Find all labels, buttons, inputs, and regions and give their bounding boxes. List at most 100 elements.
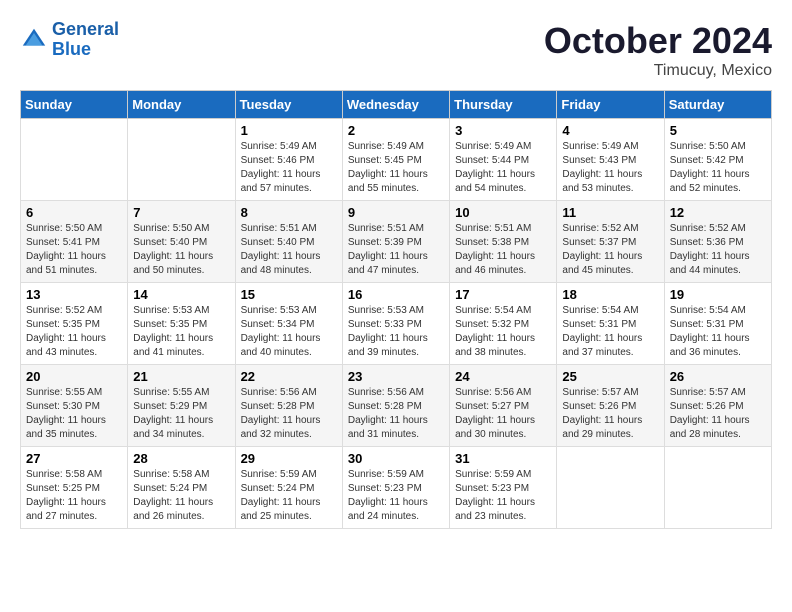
day-number: 26: [670, 369, 766, 384]
calendar-cell: [664, 447, 771, 529]
calendar-week-2: 6 Sunrise: 5:50 AMSunset: 5:41 PMDaylight…: [21, 201, 772, 283]
day-info: Sunrise: 5:54 AMSunset: 5:31 PMDaylight:…: [670, 304, 766, 360]
day-info: Sunrise: 5:53 AMSunset: 5:35 PMDaylight:…: [133, 304, 229, 360]
day-number: 6: [26, 205, 122, 220]
calendar-cell: [128, 119, 235, 201]
day-number: 18: [562, 287, 658, 302]
day-info: Sunrise: 5:59 AMSunset: 5:23 PMDaylight:…: [455, 468, 551, 524]
calendar-cell: 20Sunrise: 5:55 AMSunset: 5:30 PMDayligh…: [21, 365, 128, 447]
day-info: Sunrise: 5:53 AMSunset: 5:33 PMDaylight:…: [348, 304, 444, 360]
day-number: 8: [241, 205, 337, 220]
day-info: Sunrise: 5:49 AMSunset: 5:44 PMDaylight:…: [455, 140, 551, 196]
day-info: Sunrise: 5:54 AMSunset: 5:32 PMDaylight:…: [455, 304, 551, 360]
calendar-cell: 29 Sunrise: 5:59 AMSunset: 5:24 PMDayligh…: [235, 447, 342, 529]
day-info: Sunrise: 5:49 AMSunset: 5:45 PMDaylight:…: [348, 140, 444, 196]
col-wednesday: Wednesday: [342, 91, 449, 119]
day-info: Sunrise: 5:50 AMSunset: 5:40 PMDaylight:…: [133, 222, 229, 278]
day-number: 4: [562, 123, 658, 138]
day-info: Sunrise: 5:49 AMSunset: 5:43 PMDaylight:…: [562, 140, 658, 196]
calendar-cell: 24 Sunrise: 5:56 AMSunset: 5:27 PMDayligh…: [450, 365, 557, 447]
day-number: 31: [455, 451, 551, 466]
day-info: Sunrise: 5:51 AMSunset: 5:40 PMDaylight:…: [241, 222, 337, 278]
calendar-cell: 23 Sunrise: 5:56 AMSunset: 5:28 PMDayligh…: [342, 365, 449, 447]
day-number: 14: [133, 287, 229, 302]
col-friday: Friday: [557, 91, 664, 119]
day-number: 12: [670, 205, 766, 220]
day-info: Sunrise: 5:52 AMSunset: 5:36 PMDaylight:…: [670, 222, 766, 278]
day-info: Sunrise: 5:56 AMSunset: 5:28 PMDaylight:…: [348, 386, 444, 442]
day-number: 9: [348, 205, 444, 220]
calendar-cell: 9Sunrise: 5:51 AMSunset: 5:39 PMDaylight…: [342, 201, 449, 283]
calendar-week-3: 13 Sunrise: 5:52 AMSunset: 5:35 PMDayligh…: [21, 283, 772, 365]
location: Timucuy, Mexico: [544, 62, 772, 80]
calendar-cell: 25 Sunrise: 5:57 AMSunset: 5:26 PMDayligh…: [557, 365, 664, 447]
calendar-cell: 22Sunrise: 5:56 AMSunset: 5:28 PMDayligh…: [235, 365, 342, 447]
day-number: 20: [26, 369, 122, 384]
calendar-cell: 19Sunrise: 5:54 AMSunset: 5:31 PMDayligh…: [664, 283, 771, 365]
day-info: Sunrise: 5:49 AMSunset: 5:46 PMDaylight:…: [241, 140, 337, 196]
calendar-cell: 7 Sunrise: 5:50 AMSunset: 5:40 PMDaylight…: [128, 201, 235, 283]
day-number: 3: [455, 123, 551, 138]
day-number: 15: [241, 287, 337, 302]
day-info: Sunrise: 5:53 AMSunset: 5:34 PMDaylight:…: [241, 304, 337, 360]
col-thursday: Thursday: [450, 91, 557, 119]
calendar-week-4: 20Sunrise: 5:55 AMSunset: 5:30 PMDayligh…: [21, 365, 772, 447]
day-number: 29: [241, 451, 337, 466]
day-number: 2: [348, 123, 444, 138]
logo-icon: [20, 26, 48, 54]
calendar-cell: 30 Sunrise: 5:59 AMSunset: 5:23 PMDayligh…: [342, 447, 449, 529]
calendar-week-1: 1 Sunrise: 5:49 AMSunset: 5:46 PMDaylight…: [21, 119, 772, 201]
day-number: 13: [26, 287, 122, 302]
day-info: Sunrise: 5:52 AMSunset: 5:35 PMDaylight:…: [26, 304, 122, 360]
day-info: Sunrise: 5:56 AMSunset: 5:27 PMDaylight:…: [455, 386, 551, 442]
day-info: Sunrise: 5:59 AMSunset: 5:24 PMDaylight:…: [241, 468, 337, 524]
day-info: Sunrise: 5:59 AMSunset: 5:23 PMDaylight:…: [348, 468, 444, 524]
day-number: 1: [241, 123, 337, 138]
calendar-cell: 21 Sunrise: 5:55 AMSunset: 5:29 PMDayligh…: [128, 365, 235, 447]
calendar-cell: 6 Sunrise: 5:50 AMSunset: 5:41 PMDaylight…: [21, 201, 128, 283]
logo-general: General: [52, 19, 119, 39]
title-block: October 2024 Timucuy, Mexico: [544, 20, 772, 80]
day-number: 30: [348, 451, 444, 466]
calendar-cell: 11 Sunrise: 5:52 AMSunset: 5:37 PMDayligh…: [557, 201, 664, 283]
day-number: 22: [241, 369, 337, 384]
col-tuesday: Tuesday: [235, 91, 342, 119]
day-number: 11: [562, 205, 658, 220]
day-info: Sunrise: 5:54 AMSunset: 5:31 PMDaylight:…: [562, 304, 658, 360]
header-row: Sunday Monday Tuesday Wednesday Thursday…: [21, 91, 772, 119]
day-number: 24: [455, 369, 551, 384]
day-number: 21: [133, 369, 229, 384]
day-number: 25: [562, 369, 658, 384]
calendar-cell: [21, 119, 128, 201]
calendar-cell: 27 Sunrise: 5:58 AMSunset: 5:25 PMDayligh…: [21, 447, 128, 529]
day-number: 5: [670, 123, 766, 138]
col-monday: Monday: [128, 91, 235, 119]
calendar-cell: 14 Sunrise: 5:53 AMSunset: 5:35 PMDayligh…: [128, 283, 235, 365]
calendar-cell: 8 Sunrise: 5:51 AMSunset: 5:40 PMDaylight…: [235, 201, 342, 283]
day-info: Sunrise: 5:57 AMSunset: 5:26 PMDaylight:…: [562, 386, 658, 442]
day-number: 23: [348, 369, 444, 384]
day-number: 7: [133, 205, 229, 220]
calendar-cell: 1 Sunrise: 5:49 AMSunset: 5:46 PMDaylight…: [235, 119, 342, 201]
calendar-cell: 3 Sunrise: 5:49 AMSunset: 5:44 PMDaylight…: [450, 119, 557, 201]
calendar-cell: 17Sunrise: 5:54 AMSunset: 5:32 PMDayligh…: [450, 283, 557, 365]
day-number: 16: [348, 287, 444, 302]
day-number: 10: [455, 205, 551, 220]
day-info: Sunrise: 5:52 AMSunset: 5:37 PMDaylight:…: [562, 222, 658, 278]
calendar-cell: 4 Sunrise: 5:49 AMSunset: 5:43 PMDaylight…: [557, 119, 664, 201]
day-info: Sunrise: 5:58 AMSunset: 5:25 PMDaylight:…: [26, 468, 122, 524]
day-info: Sunrise: 5:50 AMSunset: 5:41 PMDaylight:…: [26, 222, 122, 278]
logo-blue: Blue: [52, 39, 91, 59]
calendar-cell: 13 Sunrise: 5:52 AMSunset: 5:35 PMDayligh…: [21, 283, 128, 365]
calendar-cell: 16 Sunrise: 5:53 AMSunset: 5:33 PMDayligh…: [342, 283, 449, 365]
calendar-cell: 2 Sunrise: 5:49 AMSunset: 5:45 PMDaylight…: [342, 119, 449, 201]
day-info: Sunrise: 5:55 AMSunset: 5:29 PMDaylight:…: [133, 386, 229, 442]
page-header: General Blue October 2024 Timucuy, Mexic…: [20, 20, 772, 80]
day-info: Sunrise: 5:50 AMSunset: 5:42 PMDaylight:…: [670, 140, 766, 196]
logo: General Blue: [20, 20, 119, 60]
calendar-cell: 18 Sunrise: 5:54 AMSunset: 5:31 PMDayligh…: [557, 283, 664, 365]
calendar-cell: 28Sunrise: 5:58 AMSunset: 5:24 PMDayligh…: [128, 447, 235, 529]
day-number: 27: [26, 451, 122, 466]
calendar-table: Sunday Monday Tuesday Wednesday Thursday…: [20, 90, 772, 529]
col-saturday: Saturday: [664, 91, 771, 119]
